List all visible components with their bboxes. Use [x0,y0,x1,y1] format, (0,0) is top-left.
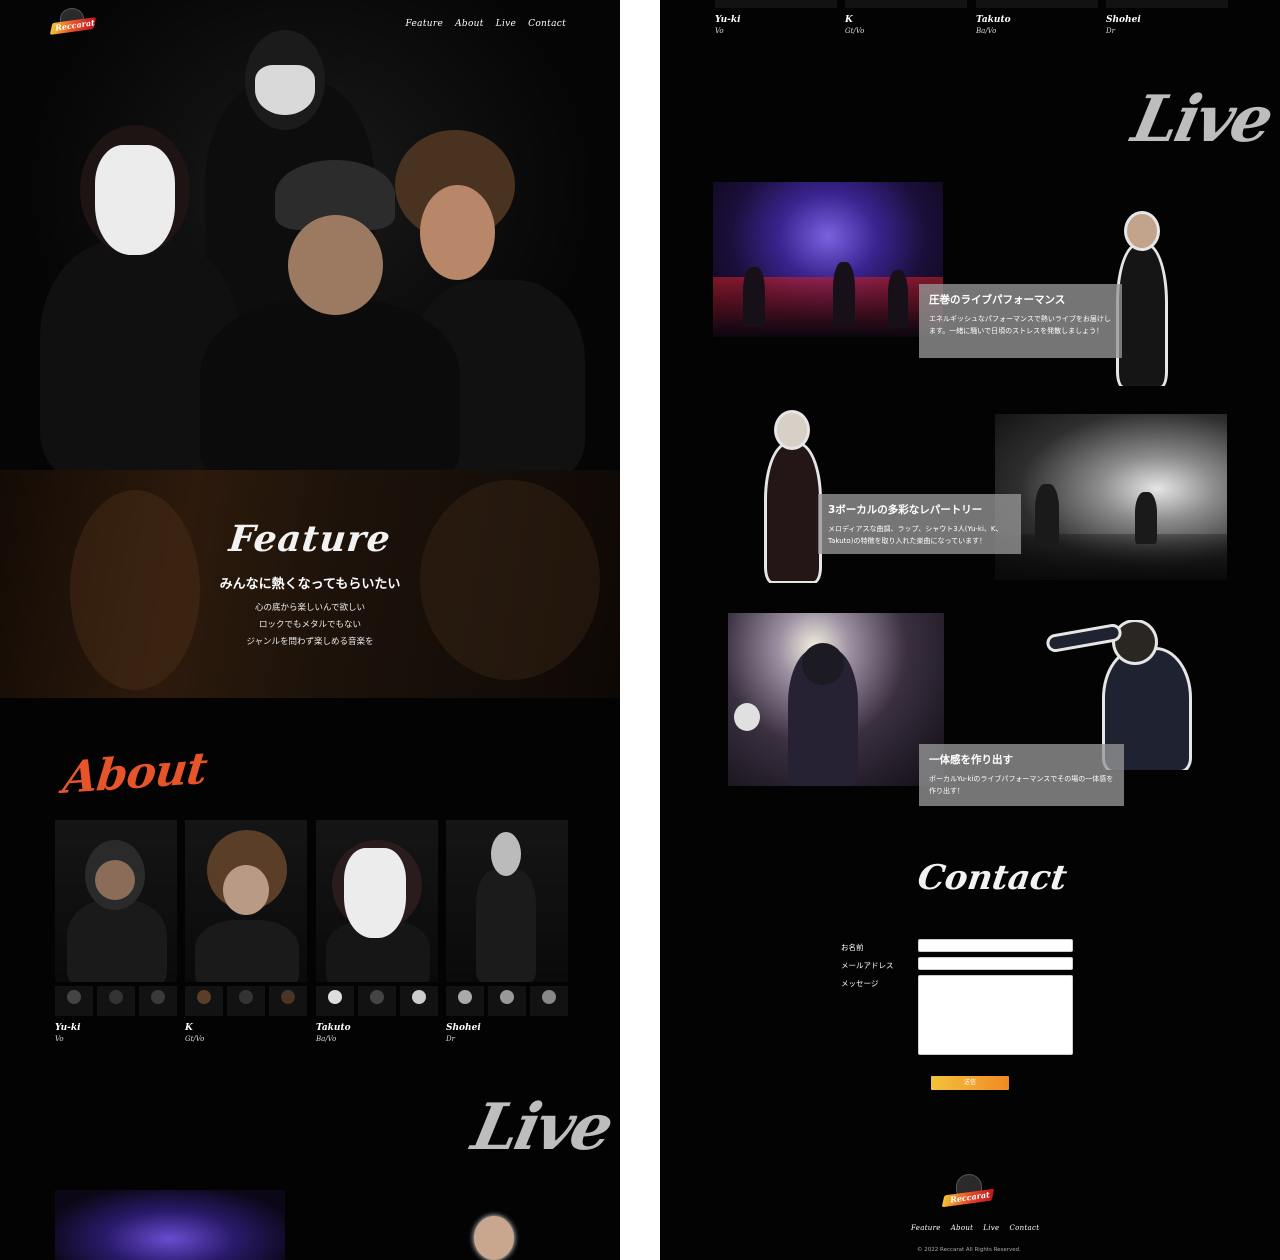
live-card: 一体感を作り出す ボーカルYu-kiのライブパフォーマンスでその場の一体感を作り… [919,744,1124,806]
page-column-top: Reccarat Feature About Live Contact Feat… [0,0,620,1260]
live-cutout-photo [474,1216,514,1260]
live-cutout-photo [1113,206,1173,386]
member-name: Yu-ki [715,15,741,25]
member-part: Vo [55,1035,64,1043]
message-label: メッセージ [841,979,879,988]
member-thumbnails [976,0,1098,8]
member-thumbnails [446,986,568,1016]
nav-live[interactable]: Live [496,19,516,29]
member-thumbnail[interactable] [530,986,568,1016]
feature-subtitle: みんなに熱くなってもらいたい [219,577,401,592]
live-card-text: メロディアスな曲調、ラップ、シャウト3人(Yu-ki、K、Takuto)の特徴を… [828,525,1003,546]
member-thumbnails [845,0,967,8]
member-part: Dr [446,1035,455,1043]
member-thumbnail[interactable] [316,986,354,1016]
member-name: Shohei [446,1023,481,1033]
live-photo [728,613,944,786]
feature-section: Feature みんなに熱くなってもらいたい 心の底から楽しいんで欲しい ロック… [0,470,620,698]
live-card-text: ボーカルYu-kiのライブパフォーマンスでその場の一体感を作り出す！ [929,775,1114,796]
live-heading: Live [1126,82,1278,157]
member-thumbnails [715,0,837,8]
member-thumbnail[interactable] [488,986,526,1016]
member-part: Ba/Vo [316,1035,337,1043]
member-part: Gt/Vo [845,27,865,35]
feature-line: ロックでもメタルでもない [258,620,361,630]
footer-nav-feature[interactable]: Feature [911,1224,941,1232]
live-photo [55,1190,285,1260]
nav-feature[interactable]: Feature [406,19,444,29]
main-nav: Feature About Live Contact [406,19,567,29]
live-photo [713,182,943,337]
submit-button[interactable]: 送信 [931,1076,1009,1090]
member-thumbnail[interactable] [358,986,396,1016]
live-photo [995,414,1227,580]
logo-icon[interactable]: Reccarat [49,6,97,40]
member-name: Takuto [976,15,1011,25]
member-photo [185,820,307,982]
email-field[interactable] [918,957,1073,970]
live-card: 圧巻のライブパフォーマンス エネルギッシュなパフォーマンスで熱いライブをお届けし… [919,284,1122,358]
member-thumbnails [55,986,177,1016]
live-card: 3ボーカルの多彩なレパートリー メロディアスな曲調、ラップ、シャウト3人(Yu-… [818,494,1021,554]
footer-nav: Feature About Live Contact [911,1224,1039,1232]
copyright: © 2022 Reccarat All Rights Reserved. [917,1247,1021,1253]
live-heading: Live [466,1090,618,1165]
member-thumbnails [1106,0,1228,8]
page-column-bottom: Yu-ki Vo K Gt/Vo Takuto Ba/Vo Shohei Dr … [660,0,1280,1260]
name-label: お名前 [841,943,864,952]
member-thumbnail[interactable] [227,986,265,1016]
member-name: K [845,15,853,25]
member-thumbnails [185,986,307,1016]
feature-title: Feature [227,518,393,560]
member-thumbnail[interactable] [55,986,93,1016]
member-photo [55,820,177,982]
member-part: Vo [715,27,724,35]
contact-heading: Contact [915,858,1070,898]
member-part: Ba/Vo [976,27,997,35]
message-field[interactable] [918,975,1073,1055]
email-label: メールアドレス [841,961,894,970]
live-card-text: エネルギッシュなパフォーマンスで熱いライブをお届けします。一緒に騒いで日頃のスト… [929,315,1111,336]
footer-nav-live[interactable]: Live [983,1224,999,1232]
member-name: Takuto [316,1023,351,1033]
member-photo [316,820,438,982]
footer-nav-contact[interactable]: Contact [1009,1224,1039,1232]
member-thumbnail[interactable] [446,986,484,1016]
member-part: Dr [1106,27,1115,35]
logo-icon[interactable]: Reccarat [941,1174,995,1214]
member-thumbnail[interactable] [139,986,177,1016]
member-thumbnail[interactable] [185,986,223,1016]
live-card-title: 一体感を作り出す [929,754,1013,766]
member-photo [446,820,568,982]
member-thumbnail[interactable] [97,986,135,1016]
nav-about[interactable]: About [455,19,484,29]
hero-band-photo [0,0,620,470]
member-thumbnail[interactable] [400,986,438,1016]
feature-line: 心の底から楽しいんで欲しい [254,603,366,613]
nav-contact[interactable]: Contact [528,19,566,29]
feature-line: ジャンルを問わず楽しめる音楽を [246,637,374,647]
member-name: K [185,1023,193,1033]
live-card-title: 圧巻のライブパフォーマンス [929,294,1066,306]
member-name: Yu-ki [55,1023,81,1033]
about-heading: About [60,743,209,804]
member-thumbnail[interactable] [269,986,307,1016]
member-thumbnails [316,986,438,1016]
member-part: Gt/Vo [185,1035,205,1043]
live-card-title: 3ボーカルの多彩なレパートリー [828,504,983,516]
member-name: Shohei [1106,15,1141,25]
footer-nav-about[interactable]: About [951,1224,974,1232]
name-field[interactable] [918,939,1073,952]
